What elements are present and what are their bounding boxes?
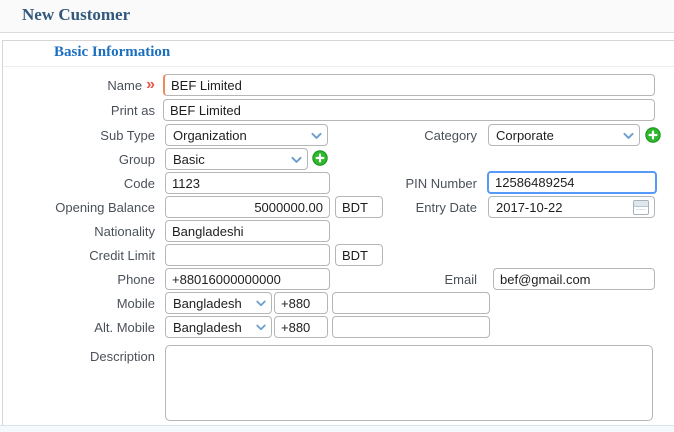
category-select[interactable]: Corporate (488, 124, 640, 146)
name-input[interactable] (163, 74, 655, 96)
credit-limit-input[interactable] (165, 244, 330, 266)
chevron-down-icon (290, 153, 303, 166)
mobile-country-select[interactable]: Bangladesh (165, 292, 272, 314)
entry-date-label: Entry Date (415, 199, 477, 215)
new-customer-screen: New Customer Basic Information Name » Pr… (0, 0, 674, 432)
alt-mobile-input[interactable] (332, 316, 490, 338)
category-label: Category (424, 127, 477, 143)
description-label: Description (89, 348, 155, 364)
description-textarea[interactable] (165, 345, 653, 421)
name-label: Name » (107, 76, 155, 93)
entry-date-input[interactable]: 2017-10-22 (488, 196, 655, 218)
mobile-label: Mobile (116, 295, 155, 311)
footer-divider (0, 425, 674, 432)
email-input[interactable] (493, 268, 655, 290)
chevron-down-icon (255, 297, 267, 309)
email-label: Email (444, 271, 477, 287)
credit-limit-label: Credit Limit (89, 247, 155, 263)
sub-type-select[interactable]: Organization (165, 124, 328, 146)
print-as-input[interactable] (163, 99, 655, 121)
credit-limit-currency: BDT (335, 244, 383, 266)
print-as-label: Print as (110, 102, 155, 118)
chevron-down-icon (255, 321, 267, 333)
sub-type-label: Sub Type (100, 127, 155, 143)
alt-mobile-label: Alt. Mobile (94, 319, 155, 335)
plus-icon (645, 127, 661, 143)
plus-icon (312, 150, 328, 166)
alt-mobile-dial-code: +880 (274, 316, 328, 338)
page-header: New Customer (0, 0, 674, 33)
phone-label: Phone (117, 271, 155, 287)
page-title: New Customer (22, 5, 131, 24)
group-label: Group (118, 151, 155, 167)
pin-number-input[interactable] (487, 171, 657, 194)
code-label: Code (123, 175, 155, 191)
chevron-down-icon (622, 129, 635, 142)
nationality-label: Nationality (94, 223, 155, 239)
calendar-icon[interactable] (633, 199, 649, 215)
opening-balance-input[interactable] (165, 196, 330, 218)
mobile-dial-code: +880 (274, 292, 328, 314)
group-select[interactable]: Basic (165, 148, 308, 170)
phone-input[interactable] (165, 268, 330, 290)
section-title: Basic Information (54, 44, 171, 60)
code-input[interactable] (165, 172, 330, 194)
chevron-down-icon (310, 129, 323, 142)
pin-number-label: PIN Number (405, 175, 477, 191)
alt-mobile-country-select[interactable]: Bangladesh (165, 316, 272, 338)
nationality-input[interactable] (165, 220, 330, 242)
add-group-button[interactable] (312, 150, 328, 166)
required-icon: » (146, 76, 155, 93)
mobile-input[interactable] (332, 292, 490, 314)
add-category-button[interactable] (645, 127, 661, 143)
opening-balance-label: Opening Balance (55, 199, 155, 215)
section-divider (3, 66, 674, 67)
